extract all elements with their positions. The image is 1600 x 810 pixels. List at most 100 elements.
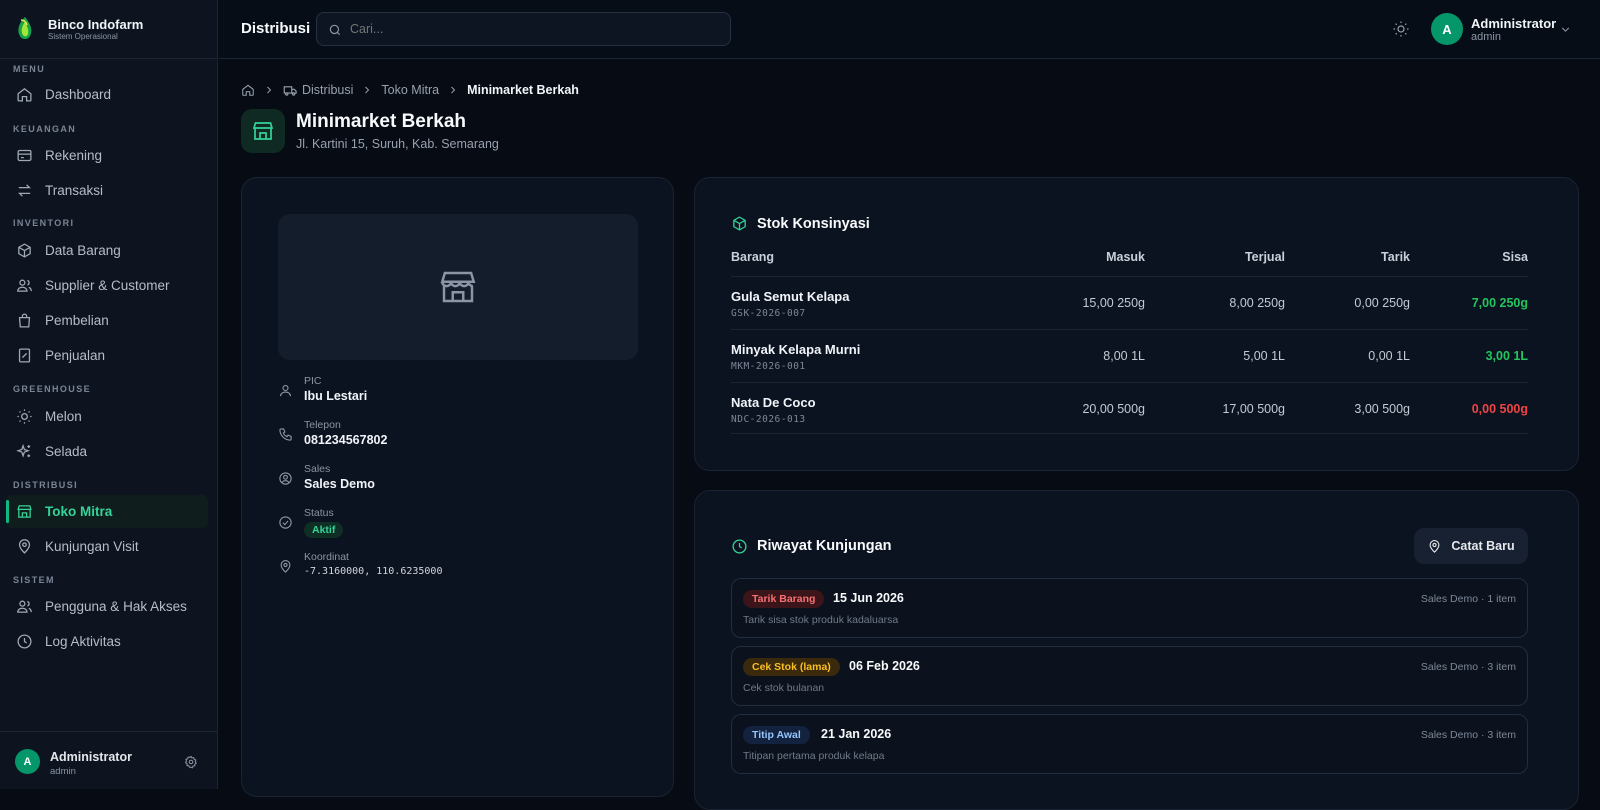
user-name: Administrator [1471,16,1557,31]
phone-value: 081234567802 [304,433,388,447]
avatar: A [1431,13,1463,45]
app-subtitle: Sistem Operasional [48,31,118,41]
sidebar-item-label: Data Barang [45,243,121,258]
sidebar-item-pengguna[interactable]: Pengguna & Hak Akses [6,590,208,623]
store-photo-placeholder [278,214,638,360]
breadcrumb-distribusi[interactable]: Distribusi [302,83,353,97]
visit-type-badge: Titip Awal [743,726,810,744]
store-icon [252,122,274,140]
info-sales: Sales Sales Demo [278,463,578,499]
sidebar-item-supplier[interactable]: Supplier & Customer [6,269,208,302]
section-sistem: SISTEM [13,575,55,585]
app-name: Binco Indofarm [48,16,144,32]
section-keuangan: KEUANGAN [13,124,77,134]
map-pin-icon [280,560,291,573]
visit-meta: Sales Demo · 3 item [1420,661,1516,673]
sidebar-item-label: Pengguna & Hak Akses [45,599,187,614]
sidebar-item-label: Transaksi [45,183,104,198]
pic-label: PIC [304,375,322,387]
credit-card-icon [17,149,32,162]
visit-date: 21 Jan 2026 [821,727,892,741]
stock-title: Stok Konsinyasi [757,216,870,232]
main-content: Distribusi Toko Mitra Minimarket Berkah … [219,60,1600,810]
user-menu[interactable]: A Administrator admin [1431,11,1581,47]
masuk-value: 15,00 250g [1082,296,1145,310]
phone-icon [279,428,292,441]
visit-type-badge: Tarik Barang [743,590,825,608]
user-icon [279,384,292,397]
product-name: Gula Semut Kelapa [731,289,850,304]
sidebar-item-dashboard[interactable]: Dashboard [6,78,208,111]
col-sisa: Sisa [1502,250,1528,264]
sidebar-item-melon[interactable]: Melon [6,400,208,433]
gear-icon[interactable] [184,755,198,769]
list-item[interactable]: Titip Awal 21 Jan 2026 Titipan pertama p… [731,714,1528,774]
info-status: Status Aktif [278,507,578,543]
sales-value: Sales Demo [304,477,375,491]
new-visit-label: Catat Baru [1451,539,1515,553]
sidebar-item-selada[interactable]: Selada [6,435,208,468]
visit-history-card: Riwayat Kunjungan Catat Baru Tarik Baran… [694,490,1579,810]
new-visit-button[interactable]: Catat Baru [1414,528,1528,564]
breadcrumb-toko-mitra[interactable]: Toko Mitra [381,83,439,97]
sidebar-item-kunjungan[interactable]: Kunjungan Visit [6,530,208,563]
visit-date: 15 Jun 2026 [833,591,904,605]
info-coordinates: Koordinat -7.3160000, 110.6235000 [278,551,578,587]
check-circle-icon [279,516,292,529]
sidebar-item-label: Pembelian [45,313,109,328]
sidebar: Binco Indofarm Sistem Operasional MENU D… [0,0,218,789]
sidebar-item-toko-mitra[interactable]: Toko Mitra [6,495,208,528]
sisa-value: 3,00 1L [1485,349,1528,363]
avatar[interactable]: A [15,749,40,774]
visit-date: 06 Feb 2026 [849,659,920,673]
sidebar-item-label: Log Aktivitas [45,634,121,649]
stock-card: Stok Konsinyasi Barang Masuk Terjual Tar… [694,177,1579,471]
product-name: Minyak Kelapa Murni [731,342,861,357]
visit-note: Cek stok bulanan [743,682,825,694]
sidebar-user-name: Administrator [50,750,132,764]
home-icon[interactable] [241,83,255,97]
masuk-value: 20,00 500g [1082,402,1145,416]
sidebar-item-rekening[interactable]: Rekening [6,139,208,172]
visit-title: Riwayat Kunjungan [757,538,892,554]
list-item[interactable]: Cek Stok (lama) 06 Feb 2026 Cek stok bul… [731,646,1528,706]
brand[interactable]: Binco Indofarm Sistem Operasional [0,0,217,59]
phone-label: Telepon [304,419,341,431]
search-input[interactable] [350,19,720,39]
section-menu: MENU [13,64,46,74]
store-icon [17,505,32,518]
visit-note: Tarik sisa stok produk kadaluarsa [743,614,899,626]
clock-icon [17,634,32,649]
col-terjual: Terjual [1244,250,1285,264]
list-item[interactable]: Tarik Barang 15 Jun 2026 Tarik sisa stok… [731,578,1528,638]
chevron-right-icon [365,86,370,94]
coord-label: Koordinat [304,551,349,563]
sidebar-item-pembelian[interactable]: Pembelian [6,304,208,337]
search-box[interactable] [316,12,731,46]
pic-value: Ibu Lestari [304,389,368,403]
col-barang: Barang [731,250,775,264]
theme-toggle-sun-icon[interactable] [1392,20,1410,38]
terjual-value: 5,00 1L [1243,349,1285,363]
store-icon [440,271,476,303]
product-code: GSK-2026-007 [731,308,806,319]
section-distribusi: DISTRIBUSI [13,480,79,490]
info-phone: Telepon 081234567802 [278,419,578,455]
home-icon [17,88,32,102]
user-role: admin [1471,31,1501,43]
sidebar-item-penjualan[interactable]: Penjualan [6,339,208,372]
sidebar-item-data-barang[interactable]: Data Barang [6,234,208,267]
table-row: Minyak Kelapa Murni MKM-2026-001 8,00 1L… [731,329,1528,381]
chevron-right-icon [267,86,272,94]
users-icon [17,279,32,292]
sidebar-item-transaksi[interactable]: Transaksi [6,174,208,207]
sidebar-item-label: Selada [45,444,88,459]
sidebar-item-label: Melon [45,409,82,424]
visit-note: Titipan pertama produk kelapa [743,750,885,762]
sales-label: Sales [304,463,331,475]
sidebar-item-log[interactable]: Log Aktivitas [6,625,208,658]
arrows-exchange-icon [18,184,31,197]
visit-type-badge: Cek Stok (lama) [743,658,840,676]
topbar: Distribusi A Administrator admin [219,0,1600,59]
sidebar-user-role: admin [50,766,76,777]
